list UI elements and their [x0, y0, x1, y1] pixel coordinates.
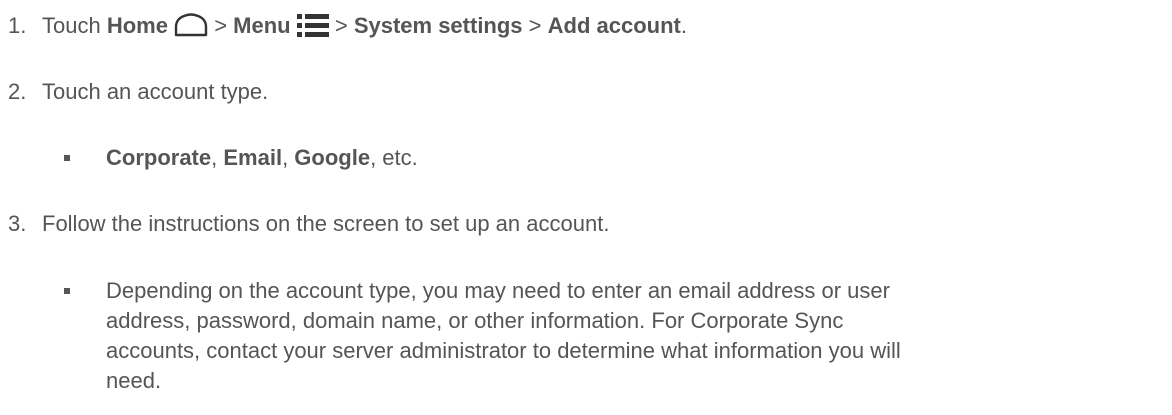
step-text-touch: Touch [42, 13, 107, 38]
separator: > [328, 13, 354, 38]
corporate-label: Corporate [106, 145, 212, 170]
step-number: 3. [8, 211, 27, 236]
step-3-bullet: Depending on the account type, you may n… [64, 276, 1064, 406]
system-settings-label: System settings [353, 13, 523, 38]
separator: > [208, 13, 234, 38]
bullet-icon [64, 288, 70, 294]
step-number: 2. [8, 79, 27, 104]
bullet-line: accounts, contact your server administra… [106, 338, 901, 363]
home-label: Home [106, 13, 168, 38]
bullet-line: need. [106, 368, 162, 393]
step-3: 3. Follow the instructions on the screen… [0, 209, 1172, 241]
step-number: 1. [8, 13, 27, 38]
email-label: Email [223, 145, 283, 170]
menu-icon [296, 13, 329, 45]
bullet-line: address, password, domain name, or other… [106, 308, 844, 333]
step-2-bullet: Corporate, Email, Google, etc. [64, 143, 1064, 175]
separator: > [522, 13, 548, 38]
menu-label: Menu [233, 13, 291, 38]
step-1: 1. Touch Home > Menu > System settings >… [0, 11, 1172, 43]
bullet-text: Depending on the account type, you may n… [106, 276, 1066, 396]
step-text-end: . [680, 13, 687, 38]
home-icon [174, 13, 208, 45]
step-text: Follow the instructions on the screen to… [42, 211, 610, 236]
bullet-icon [64, 155, 70, 161]
bullet-line: Depending on the account type, you may n… [106, 278, 890, 303]
step-2: 2. Touch an account type. [0, 77, 1172, 109]
etc-text: , etc. [370, 145, 418, 170]
step-text: Touch an account type. [42, 79, 269, 104]
bullet-text: Corporate, Email, Google, etc. [106, 143, 1066, 173]
comma: , [282, 145, 295, 170]
instruction-document: 1. Touch Home > Menu > System settings >… [0, 0, 1172, 415]
add-account-label: Add account [547, 13, 681, 38]
google-label: Google [294, 145, 371, 170]
step-text: Touch Home > Menu > System settings > Ad… [42, 11, 687, 45]
comma: , [211, 145, 224, 170]
